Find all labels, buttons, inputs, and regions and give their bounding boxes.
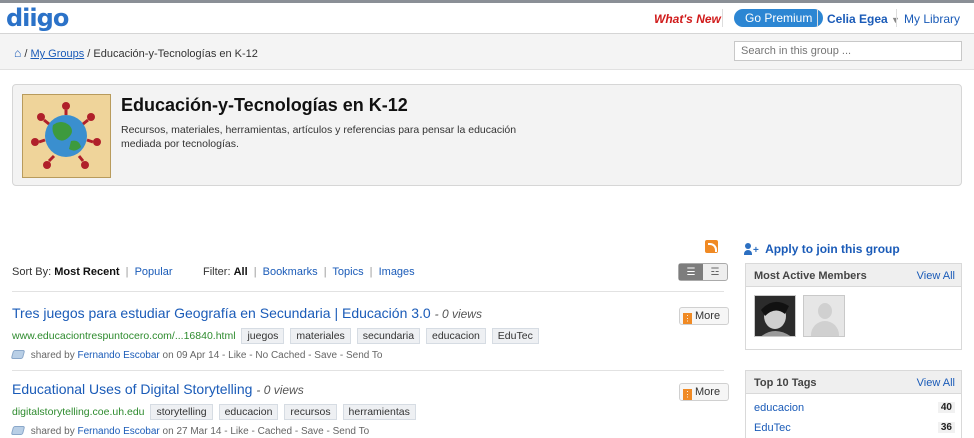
list-view-icon[interactable]: ☰ (679, 264, 703, 280)
whats-new-link[interactable]: What's New (654, 12, 721, 26)
sharer-link[interactable]: Fernando Escobar (77, 426, 159, 437)
tag[interactable]: EduTec (491, 328, 539, 344)
share-icon (10, 426, 26, 435)
tag[interactable]: educacion (426, 328, 486, 344)
home-icon[interactable]: ⌂ (14, 46, 21, 60)
divider (12, 291, 724, 292)
breadcrumb-separator: / (24, 48, 28, 60)
filter-label: Filter: (203, 266, 231, 278)
bookmark-url[interactable]: www.educaciontrespuntocero.com/...16840.… (12, 330, 236, 342)
panel-title: Most Active Members (754, 270, 867, 282)
more-label: More (695, 310, 721, 322)
more-button[interactable]: ⋮ More (679, 307, 729, 325)
filter-images[interactable]: Images (379, 266, 415, 278)
view-all-tags-link[interactable]: View All (917, 377, 955, 389)
filter-group: Filter: All | Bookmarks | Topics | Image… (203, 266, 415, 278)
sort-most-recent[interactable]: Most Recent (54, 266, 119, 278)
detail-view-icon[interactable]: ☲ (703, 264, 727, 280)
shared-prefix: shared by (30, 350, 75, 361)
filter-bookmarks[interactable]: Bookmarks (263, 266, 318, 278)
top-bar: diigo What's New Go Premium Celia Egea ▼… (0, 0, 974, 34)
rss-icon[interactable] (705, 240, 718, 253)
tag[interactable]: storytelling (150, 404, 213, 420)
filter-topics[interactable]: Topics (332, 266, 363, 278)
divider: | (253, 266, 257, 278)
bookmark-actions[interactable]: on 09 Apr 14 - Like - No Cached - Save -… (163, 350, 383, 361)
bookmark-title[interactable]: Educational Uses of Digital Storytelling (12, 381, 252, 397)
sharer-link[interactable]: Fernando Escobar (77, 350, 159, 361)
tag[interactable]: herramientas (342, 404, 416, 420)
bookmark-item: Educational Uses of Digital Storytelling… (10, 381, 729, 437)
divider: | (369, 266, 373, 278)
share-icon (10, 350, 26, 359)
filter-all[interactable]: All (234, 266, 248, 278)
breadcrumb-separator: / (87, 48, 91, 60)
more-icon: ⋮ (683, 313, 692, 324)
my-library-link[interactable]: My Library (904, 12, 960, 26)
more-icon: ⋮ (683, 389, 692, 400)
bookmark-views: - 0 views (256, 383, 304, 397)
tag-count: 36 (937, 422, 955, 433)
group-title: Educación-y-Tecnologías en K-12 (121, 95, 408, 115)
tag[interactable]: recursos (284, 404, 337, 420)
member-avatar[interactable] (803, 295, 846, 337)
breadcrumb-current: Educación-y-Tecnologías en K-12 (93, 48, 258, 60)
group-search-input[interactable] (734, 41, 962, 61)
more-label: More (695, 386, 721, 398)
active-members-panel: Most Active Members View All (745, 263, 962, 350)
tag[interactable]: educacion (218, 404, 279, 420)
tag[interactable]: juegos (241, 328, 285, 344)
tag[interactable]: materiales (290, 328, 351, 344)
group-header: Educación-y-Tecnologías en K-12 Recursos… (12, 84, 962, 186)
breadcrumb-bar: ⌂ / My Groups / Educación-y-Tecnologías … (0, 34, 974, 70)
more-button[interactable]: ⋮ More (679, 383, 729, 401)
bookmark-item: Tres juegos para estudiar Geografía en S… (10, 305, 729, 361)
member-avatar[interactable] (754, 295, 796, 337)
add-user-icon: + (744, 243, 759, 256)
group-avatar (22, 94, 111, 178)
tag-link[interactable]: educacion (754, 402, 804, 414)
user-menu[interactable]: Celia Egea ▼ (827, 12, 900, 26)
divider (896, 9, 897, 27)
group-description: Recursos, materiales, herramientas, artí… (121, 124, 517, 150)
divider (12, 370, 724, 371)
user-name: Celia Egea (827, 12, 888, 26)
sort-popular[interactable]: Popular (135, 266, 173, 278)
tag[interactable]: secundaria (356, 328, 421, 344)
bookmark-actions[interactable]: on 27 Mar 14 - Like - Cached - Save - Se… (163, 426, 370, 437)
diigo-logo[interactable]: diigo (6, 4, 69, 32)
join-group-link[interactable]: Apply to join this group (765, 242, 900, 256)
tag-link[interactable]: EduTec (754, 422, 791, 434)
globe-people-icon (31, 102, 101, 169)
bookmark-url[interactable]: digitalstorytelling.coe.uh.edu (12, 406, 145, 418)
list-item: EduTec 36 (746, 418, 961, 438)
view-all-members-link[interactable]: View All (917, 270, 955, 282)
shared-prefix: shared by (30, 426, 75, 437)
sort-filter-bar: Sort By: Most Recent | Popular Filter: A… (12, 263, 728, 281)
top-tags-panel: Top 10 Tags View All educacion 40 EduTec… (745, 370, 962, 438)
breadcrumb-my-groups[interactable]: My Groups (30, 48, 84, 60)
view-toggle: ☰ ☲ (678, 263, 728, 281)
divider: | (323, 266, 327, 278)
join-group[interactable]: + Apply to join this group (744, 242, 962, 256)
tag-count: 40 (937, 402, 955, 413)
divider (722, 9, 723, 27)
go-premium-button[interactable]: Go Premium (734, 9, 824, 27)
bookmark-views: - 0 views (434, 307, 482, 321)
bookmark-title[interactable]: Tres juegos para estudiar Geografía en S… (12, 305, 431, 321)
sort-label: Sort By: (12, 266, 52, 278)
breadcrumb: ⌂ / My Groups / Educación-y-Tecnologías … (14, 46, 258, 60)
panel-title: Top 10 Tags (754, 377, 817, 389)
list-item: educacion 40 (746, 398, 961, 418)
divider: | (125, 266, 129, 278)
divider (817, 9, 818, 27)
